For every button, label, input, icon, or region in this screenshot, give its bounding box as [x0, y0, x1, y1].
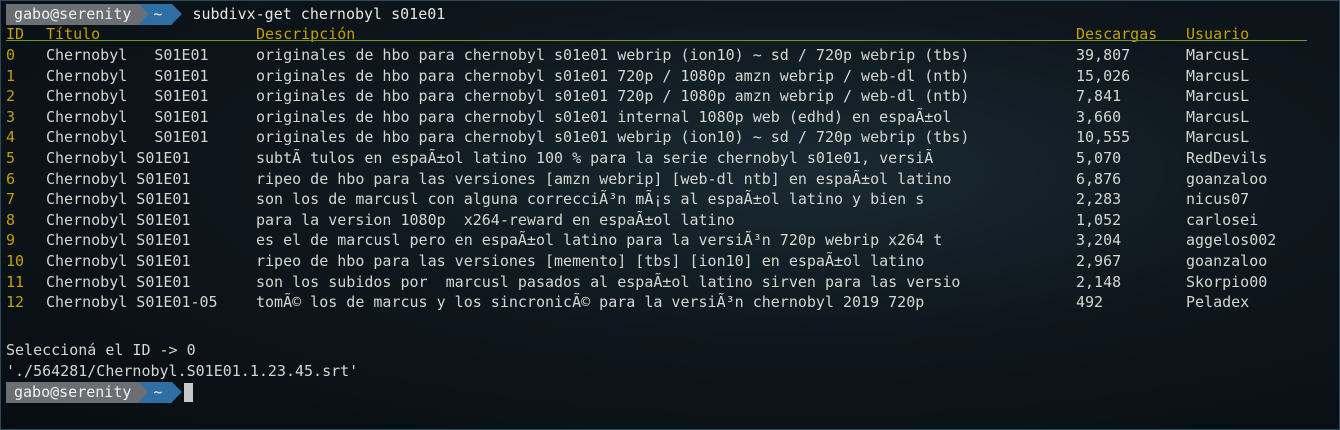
row-downloads: 10,555: [1076, 128, 1131, 147]
row-description: para la version 1080p x264-reward en esp…: [256, 210, 735, 229]
row-title: Chernobyl S01E01-05: [46, 293, 218, 312]
table-header: ID Título Descripción Descargas Usuario: [6, 24, 1326, 45]
row-description: originales de hbo para chernobyl s01e01 …: [256, 128, 970, 147]
row-title: Chernobyl S01E01: [46, 128, 209, 147]
row-description: son los de marcusl con alguna correcciÃ³…: [256, 190, 925, 209]
table-row: 3 Chernobyl S01E01 originales de hbo para …: [6, 107, 1326, 128]
table-row: 11 Chernobyl S01E01 son los subidos por ma…: [6, 272, 1326, 293]
row-user: nicus07: [1186, 190, 1250, 209]
row-user: carlosei: [1186, 210, 1259, 229]
selection-line: Seleccioná el ID -> 0: [6, 341, 196, 359]
row-title: Chernobyl S01E01: [46, 149, 191, 167]
row-user: MarcusL: [1186, 66, 1250, 85]
row-downloads: 1,052: [1076, 210, 1122, 229]
row-title: Chernobyl S01E01: [46, 272, 191, 291]
row-title: Chernobyl S01E01: [46, 231, 191, 250]
row-description: originales de hbo para chernobyl s01e01 …: [256, 107, 952, 126]
row-title: Chernobyl S01E01: [46, 66, 209, 85]
table-row: 7 Chernobyl S01E01 son los de marcusl con …: [6, 189, 1326, 210]
row-downloads: 3,204: [1076, 231, 1122, 250]
row-title: Chernobyl S01E01: [46, 252, 191, 270]
row-id: 3: [6, 107, 16, 126]
prompt-line: gabo@serenity ~ subdivx-get chernobyl s0…: [6, 4, 445, 25]
row-user: aggelos002: [1186, 231, 1277, 250]
row-description: subtÃ tulos en espaÃ±ol latino 100 % par…: [256, 149, 934, 167]
terminal-cursor: [184, 383, 194, 402]
header-title: Título: [46, 25, 101, 43]
row-downloads: 5,070: [1076, 149, 1122, 167]
row-title: Chernobyl S01E01: [46, 190, 191, 209]
row-title: Chernobyl S01E01: [46, 46, 209, 64]
table-row: 1 Chernobyl S01E01 originales de hbo para …: [6, 66, 1326, 87]
row-user: goanzaloo: [1186, 252, 1268, 270]
row-description: ripeo de hbo para las versiones [memento…: [256, 252, 925, 270]
table-row: 0 Chernobyl S01E01 originales de hbo para …: [6, 45, 1326, 66]
row-description: originales de hbo para chernobyl s01e01 …: [256, 87, 970, 106]
row-downloads: 6,876: [1076, 169, 1122, 188]
row-id: 11: [6, 272, 25, 291]
table-row: 9 Chernobyl S01E01 es el de marcusl pero e…: [6, 230, 1326, 251]
row-title: Chernobyl S01E01: [46, 210, 191, 229]
row-description: tomÃ© los de marcus y los sincronicÃ© pa…: [256, 293, 925, 312]
row-description: son los subidos por marcusl pasados al e…: [256, 272, 961, 291]
row-downloads: 2,148: [1076, 272, 1122, 291]
result-path: './564281/Chernobyl.S01E01.1.23.45.srt': [6, 362, 359, 380]
row-downloads: 39,807: [1076, 46, 1131, 64]
row-id: 2: [6, 87, 16, 106]
row-description: es el de marcusl pero en espaÃ±ol latino…: [256, 231, 943, 250]
row-user: MarcusL: [1186, 46, 1250, 64]
row-downloads: 7,841: [1076, 87, 1122, 106]
prompt-user: gabo@serenity: [6, 4, 140, 25]
table-row: 2 Chernobyl S01E01 originales de hbo para …: [6, 86, 1326, 107]
row-id: 4: [6, 128, 16, 147]
table-row: 12 Chernobyl S01E01-05 tomÃ© los de marcus…: [6, 292, 1326, 313]
row-id: 1: [6, 66, 16, 85]
row-user: RedDevils: [1186, 149, 1268, 167]
row-id: 7: [6, 190, 16, 209]
prompt-dir: ~: [139, 382, 183, 403]
prompt-user: gabo@serenity: [6, 382, 140, 403]
command-text: subdivx-get chernobyl s01e01: [192, 5, 446, 23]
row-user: MarcusL: [1186, 128, 1250, 147]
row-id: 12: [6, 293, 25, 312]
header-id: ID: [6, 25, 25, 43]
row-title: Chernobyl S01E01: [46, 169, 191, 188]
row-id: 10: [6, 252, 25, 270]
header-description: Descripción: [256, 25, 356, 43]
row-user: MarcusL: [1186, 87, 1250, 106]
prompt-dir: ~: [139, 4, 183, 25]
row-description: originales de hbo para chernobyl s01e01 …: [256, 46, 970, 64]
row-user: Peladex: [1186, 293, 1250, 312]
row-id: 8: [6, 210, 16, 229]
row-user: Skorpio00: [1186, 272, 1268, 291]
row-description: ripeo de hbo para las versiones [amzn we…: [256, 169, 952, 188]
header-user: Usuario: [1186, 25, 1250, 43]
table-row: 5 Chernobyl S01E01 subtÃ tulos en espaÃ±ol…: [6, 148, 1326, 169]
header-downloads: Descargas: [1076, 25, 1158, 43]
row-user: goanzaloo: [1186, 169, 1268, 188]
table-row: 6 Chernobyl S01E01 ripeo de hbo para las v…: [6, 169, 1326, 190]
row-downloads: 2,967: [1076, 252, 1122, 270]
table-row: 8 Chernobyl S01E01 para la version 1080p x…: [6, 210, 1326, 231]
row-id: 5: [6, 149, 16, 167]
table-row: 10 Chernobyl S01E01 ripeo de hbo para las …: [6, 251, 1326, 272]
prompt-line-2[interactable]: gabo@serenity ~: [6, 382, 194, 403]
header-rule: [6, 40, 1307, 41]
row-id: 9: [6, 231, 16, 250]
row-downloads: 3,660: [1076, 107, 1122, 126]
row-id: 0: [6, 46, 16, 64]
row-downloads: 15,026: [1076, 66, 1131, 85]
row-downloads: 2,283: [1076, 190, 1122, 209]
row-downloads: 492: [1076, 293, 1104, 312]
row-title: Chernobyl S01E01: [46, 87, 209, 106]
row-user: MarcusL: [1186, 107, 1250, 126]
row-description: originales de hbo para chernobyl s01e01 …: [256, 66, 970, 85]
row-title: Chernobyl S01E01: [46, 107, 209, 126]
row-id: 6: [6, 169, 16, 188]
table-row: 4 Chernobyl S01E01 originales de hbo para …: [6, 127, 1326, 148]
